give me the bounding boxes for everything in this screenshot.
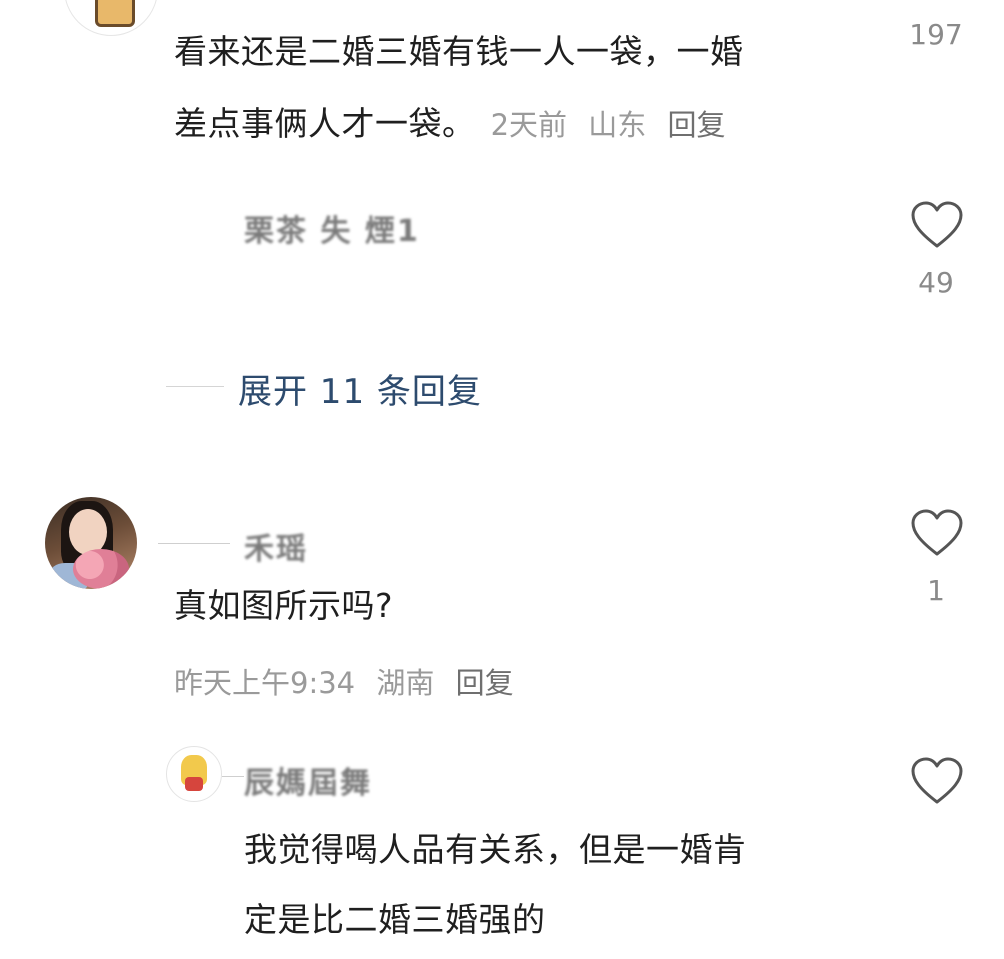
like-button[interactable]: [910, 756, 964, 810]
comment-meta: 2天前 山东 回复: [491, 108, 726, 142]
heart-outline-icon: [911, 509, 963, 556]
comment-text: 真如图所示吗?: [174, 586, 394, 625]
commenter-avatar[interactable]: [45, 497, 137, 589]
heart-outline-icon: [911, 757, 963, 804]
expand-divider: [166, 386, 224, 387]
comment-location: 湖南: [376, 666, 435, 700]
commenter-avatar[interactable]: [166, 746, 222, 802]
expand-replies-button[interactable]: 展开 11 条回复: [238, 364, 482, 413]
comment-body-row: 差点事俩人才一袋。 2天前 山东 回复: [174, 88, 726, 160]
comment-time: 2天前: [490, 108, 568, 142]
avatar-image: [95, 0, 135, 27]
comment-text-line: 看来还是二婚三婚有钱一人一袋，一婚: [174, 32, 744, 71]
comment-text-line: 我觉得喝人品有关系，但是一婚肯: [244, 830, 747, 869]
comment-time: 昨天上午9:34: [174, 666, 356, 700]
comment-author-name[interactable]: 栗茶 失 煙1: [244, 206, 420, 250]
comment-text-line: 定是比二婚三婚强的: [244, 900, 546, 939]
comment-meta: 昨天上午9:34 湖南 回复: [174, 660, 514, 702]
like-count: 197: [909, 18, 963, 51]
comment-author-name[interactable]: 禾瑶: [244, 524, 308, 568]
reply-button[interactable]: 回复: [456, 666, 514, 700]
comment-text-line: 差点事俩人才一袋。: [174, 104, 476, 143]
reply-button[interactable]: 回复: [668, 108, 726, 142]
heart-outline-icon: [911, 201, 963, 248]
like-count: 49: [918, 266, 954, 299]
comment-author-name[interactable]: 辰媽屆舞: [244, 758, 372, 802]
like-button[interactable]: [910, 508, 964, 562]
like-button[interactable]: [910, 200, 964, 254]
name-divider: [222, 776, 244, 777]
avatar-figure-body: [185, 777, 203, 791]
commenter-avatar[interactable]: [64, 0, 158, 36]
name-divider: [158, 543, 230, 544]
like-count: 1: [927, 574, 945, 607]
comment-location: 山东: [588, 108, 647, 142]
avatar-flowers: [73, 549, 129, 589]
